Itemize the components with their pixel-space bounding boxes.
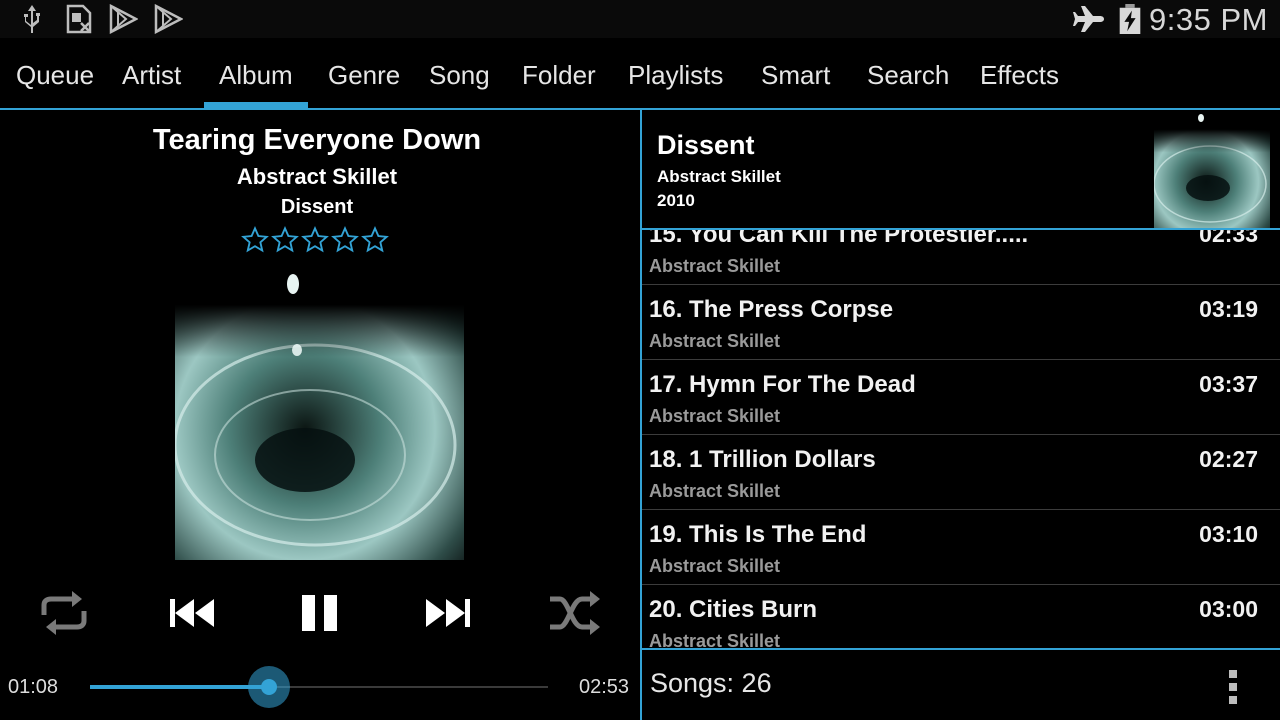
song-artist: Abstract Skillet (649, 556, 781, 576)
now-playing-panel: Tearing Everyone Down Abstract Skillet D… (0, 110, 640, 720)
current-time: 01:08 (8, 676, 59, 698)
song-title: 18. 1 Trillion Dollars (649, 446, 876, 473)
list-item[interactable]: 15. You Can Kill The Protestier..... 02:… (642, 230, 1280, 285)
star-icon[interactable] (361, 226, 389, 254)
seek-progress (90, 685, 269, 689)
next-button[interactable] (422, 585, 474, 641)
song-artist: Abstract Skillet (649, 631, 781, 648)
song-artist: Abstract Skillet (649, 331, 781, 351)
star-icon[interactable] (301, 226, 329, 254)
tab-song[interactable]: Song (414, 38, 505, 108)
song-artist: Abstract Skillet (649, 406, 781, 426)
album-thumbnail[interactable] (1154, 112, 1270, 228)
star-icon[interactable] (331, 226, 359, 254)
list-item[interactable]: 20. Cities Burn 03:00 Abstract Skillet (642, 585, 1280, 648)
now-playing-album[interactable]: Dissent (0, 196, 634, 219)
album-header: Dissent Abstract Skillet 2010 (642, 110, 1280, 230)
tab-search[interactable]: Search (852, 38, 964, 108)
song-title: 15. You Can Kill The Protestier..... (649, 230, 1029, 248)
tab-smart[interactable]: Smart (746, 38, 845, 108)
song-artist: Abstract Skillet (649, 481, 781, 501)
song-title: 19. This Is The End (649, 521, 867, 548)
pause-button[interactable] (298, 585, 342, 641)
tab-album[interactable]: Album (204, 38, 308, 110)
song-title: 20. Cities Burn (649, 596, 818, 623)
play-store-icon (109, 4, 138, 34)
tab-folder[interactable]: Folder (507, 38, 611, 108)
status-bar: 9:35 PM (0, 0, 1280, 38)
star-icon[interactable] (271, 226, 299, 254)
song-duration: 03:37 (1199, 371, 1258, 397)
play-store-icon (154, 4, 183, 34)
tab-genre[interactable]: Genre (313, 38, 415, 108)
previous-button[interactable] (166, 585, 218, 641)
airplane-mode-icon (1073, 6, 1104, 32)
song-duration: 02:33 (1199, 230, 1258, 247)
song-list-footer: Songs: 26 (642, 648, 1280, 720)
total-time: 02:53 (579, 676, 630, 698)
album-artist: Abstract Skillet (657, 167, 781, 186)
seek-thumb[interactable] (247, 666, 290, 708)
list-item[interactable]: 17. Hymn For The Dead 03:37 Abstract Ski… (642, 360, 1280, 435)
album-title: Dissent (657, 130, 755, 160)
list-item[interactable]: 16. The Press Corpse 03:19 Abstract Skil… (642, 285, 1280, 360)
now-playing-title: Tearing Everyone Down (152, 124, 482, 156)
list-item[interactable]: 19. This Is The End 03:10 Abstract Skill… (642, 510, 1280, 585)
album-tracks-panel: Dissent Abstract Skillet 2010 15. You Ca… (640, 110, 1280, 720)
seek-bar[interactable] (90, 666, 548, 708)
star-icon[interactable] (241, 226, 269, 254)
song-duration: 02:27 (1199, 446, 1258, 472)
tab-queue[interactable]: Queue (1, 38, 109, 108)
repeat-button[interactable] (36, 585, 92, 641)
list-item[interactable]: 18. 1 Trillion Dollars 02:27 Abstract Sk… (642, 435, 1280, 510)
tab-artist[interactable]: Artist (107, 38, 196, 108)
usb-icon (24, 5, 40, 33)
tab-bar: Queue Artist Album Genre Song Folder Pla… (0, 38, 1280, 110)
now-playing-artist[interactable]: Abstract Skillet (0, 164, 634, 190)
song-duration: 03:10 (1199, 521, 1258, 547)
rating-stars (241, 226, 389, 260)
tab-playlists[interactable]: Playlists (613, 38, 738, 108)
songs-count: Songs: 26 (650, 668, 772, 698)
song-list: 15. You Can Kill The Protestier..... 02:… (642, 230, 1280, 648)
song-duration: 03:19 (1199, 296, 1258, 322)
sim-card-icon (66, 4, 92, 34)
album-year: 2010 (657, 191, 695, 210)
battery-charging-icon (1119, 4, 1141, 34)
album-art[interactable] (175, 270, 464, 560)
overflow-menu-icon[interactable] (1222, 670, 1246, 704)
song-title: 17. Hymn For The Dead (649, 371, 916, 398)
tab-effects[interactable]: Effects (965, 38, 1074, 108)
shuffle-button[interactable] (546, 585, 604, 641)
song-duration: 03:00 (1199, 596, 1258, 622)
clock: 9:35 PM (1149, 2, 1268, 37)
song-title: 16. The Press Corpse (649, 296, 894, 323)
song-artist: Abstract Skillet (649, 256, 781, 276)
